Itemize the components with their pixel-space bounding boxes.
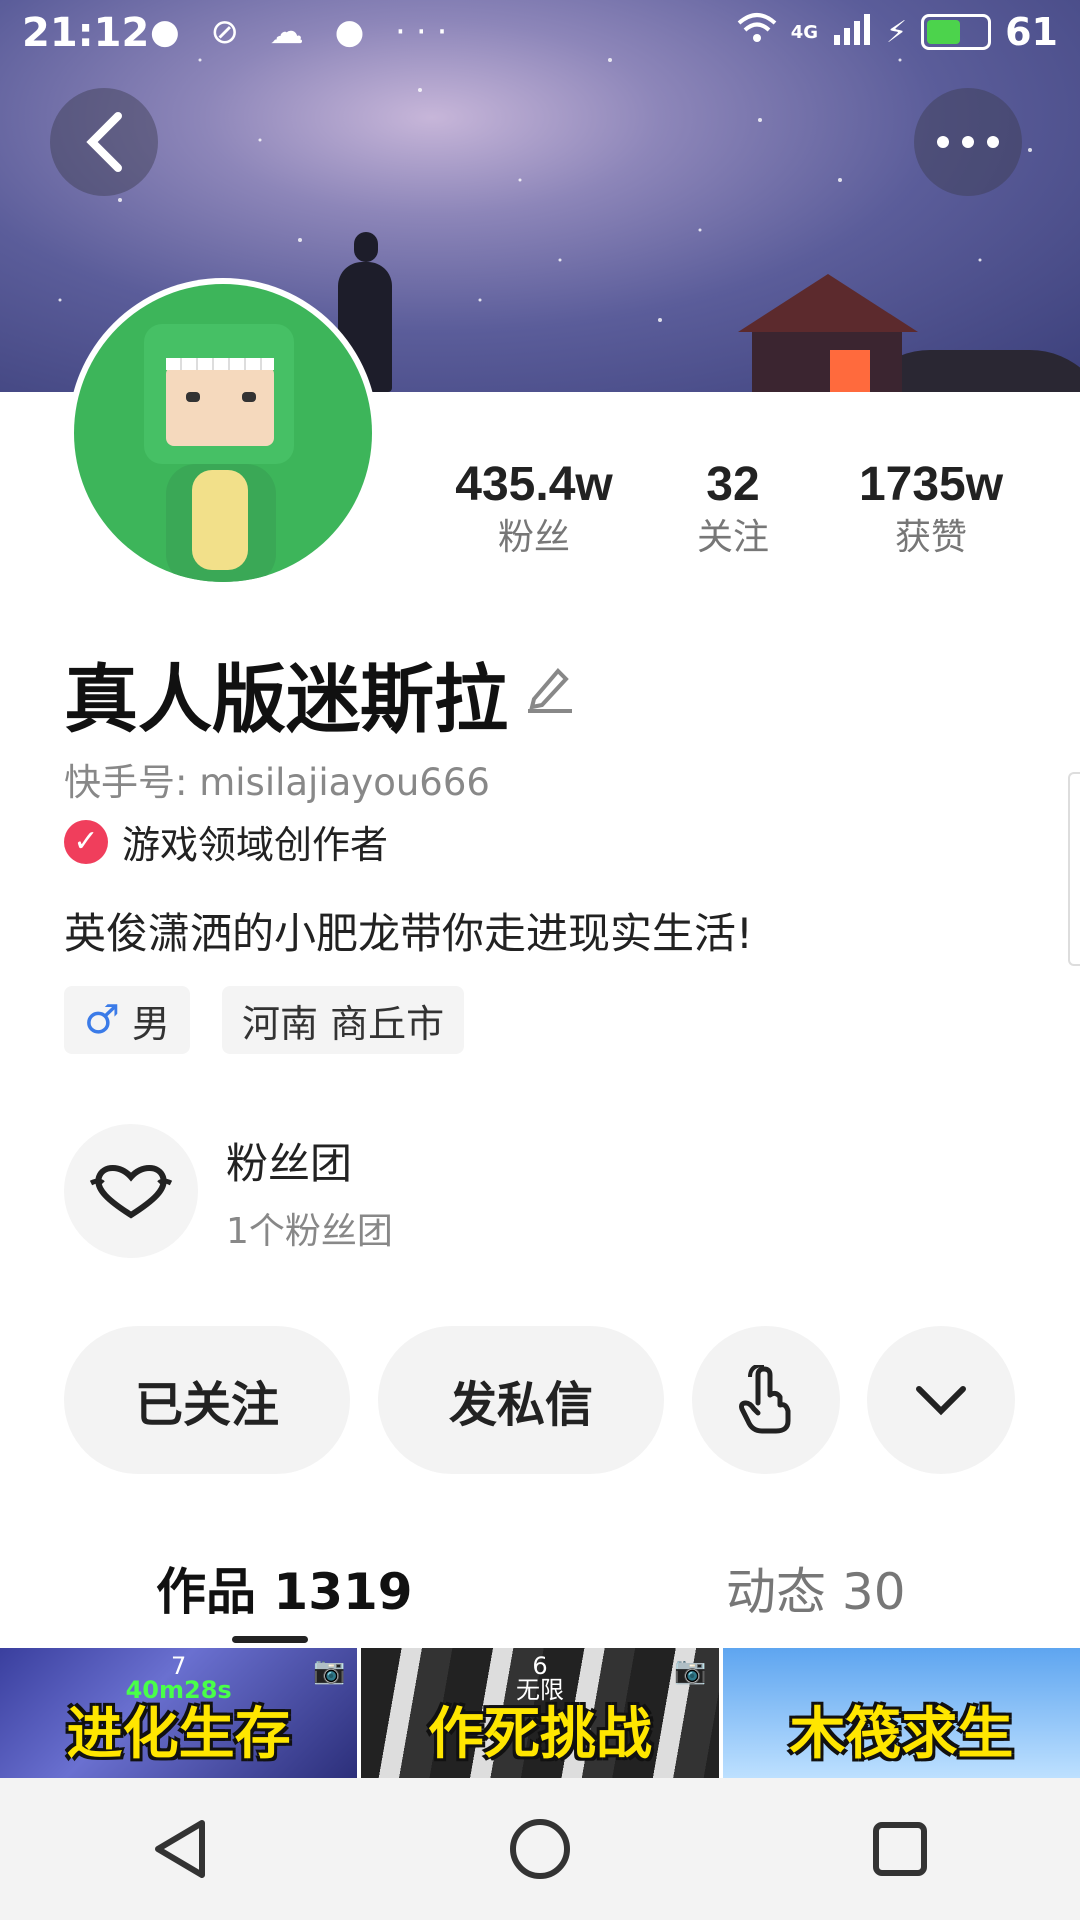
thumbnail-title: 木筏求生 xyxy=(789,1702,1014,1767)
profile-name: 真人版迷斯拉 xyxy=(64,657,508,743)
stat-likes[interactable]: 1735w 获赞 xyxy=(851,456,1011,562)
nav-recents-button[interactable] xyxy=(840,1789,960,1909)
dino-belly xyxy=(192,470,248,570)
location-label: 河南 商丘市 xyxy=(242,1001,445,1046)
thumbnail-badge: 7 40m28s xyxy=(126,1654,232,1702)
dino-face xyxy=(166,366,274,446)
system-navigation-bar xyxy=(0,1778,1080,1920)
stat-value: 1735w xyxy=(858,458,1004,511)
side-scroll-handle[interactable] xyxy=(1068,772,1080,966)
more-horizontal-icon xyxy=(937,136,999,148)
signal-icon xyxy=(832,10,872,54)
profile-avatar[interactable] xyxy=(68,278,378,588)
network-type: 4G xyxy=(790,21,819,43)
badge-number: 7 xyxy=(171,1652,187,1680)
circle-home-icon xyxy=(510,1819,570,1879)
battery-percent: 61 xyxy=(1005,10,1058,54)
avatar-image xyxy=(74,284,372,582)
stat-followers[interactable]: 435.4w 粉丝 xyxy=(454,456,614,562)
stat-following[interactable]: 32 关注 xyxy=(653,456,813,562)
heart-icon xyxy=(89,1165,173,1219)
house-window xyxy=(830,350,870,392)
thumbnail-badge: 6 无限 xyxy=(516,1654,564,1702)
stat-value: 32 xyxy=(706,458,760,511)
work-thumbnail[interactable]: 7 40m28s 📷 进化生存 xyxy=(0,1648,358,1778)
stat-label: 获赞 xyxy=(894,517,967,558)
location-tag: 河南 商丘市 xyxy=(222,986,465,1054)
nav-back-button[interactable] xyxy=(120,1789,240,1909)
square-recents-icon xyxy=(873,1822,927,1876)
dino-teeth xyxy=(166,358,274,370)
followed-button[interactable]: 已关注 xyxy=(64,1326,350,1474)
status-right-group: 4G ⚡ 61 xyxy=(737,10,1058,54)
dino-eye-right xyxy=(242,392,256,402)
house-silhouette xyxy=(738,274,918,392)
tap-hand-icon xyxy=(739,1365,791,1434)
tab-moments[interactable]: 动态 30 xyxy=(726,1552,906,1624)
name-row: 真人版迷斯拉 xyxy=(64,640,576,747)
badge-number: 6 xyxy=(532,1652,548,1680)
creator-badge-text: 游戏领域创作者 xyxy=(122,823,389,867)
male-icon: ♂ xyxy=(84,997,120,1043)
kwai-id[interactable]: 快手号: misilajiayou666 xyxy=(64,752,490,806)
chevron-down-icon xyxy=(916,1386,966,1416)
camera-icon: 📷 xyxy=(312,1656,346,1686)
send-message-button[interactable]: 发私信 xyxy=(378,1326,664,1474)
battery-level xyxy=(927,20,961,44)
battery-icon xyxy=(921,14,992,50)
notification-icons: ● ⊘ ☁ ● ··· xyxy=(150,12,458,52)
expand-button[interactable] xyxy=(867,1326,1015,1474)
badge-subtext: 无限 xyxy=(515,1676,564,1704)
profile-bio: 英俊潇洒的小肥龙带你走进现实生活! xyxy=(64,909,753,958)
stat-label: 粉丝 xyxy=(497,517,570,558)
work-thumbnail[interactable]: 6 无限 📷 作死挑战 xyxy=(361,1648,719,1778)
poke-button[interactable] xyxy=(692,1326,840,1474)
edit-icon[interactable] xyxy=(524,661,576,726)
charging-icon: ⚡ xyxy=(886,14,908,50)
active-tab-indicator xyxy=(232,1636,308,1643)
badge-subtext: 40m28s xyxy=(125,1676,232,1704)
work-thumbnail[interactable]: 木筏求生 xyxy=(722,1648,1080,1778)
more-options-button[interactable] xyxy=(914,88,1022,196)
verified-check-icon: ✓ xyxy=(64,819,108,864)
gender-label: 男 xyxy=(131,1001,170,1046)
gender-tag: ♂ 男 xyxy=(64,986,190,1054)
status-time: 21:12 xyxy=(22,10,150,56)
stat-value: 435.4w xyxy=(455,458,613,511)
creator-badge-row[interactable]: ✓ 游戏领域创作者 xyxy=(64,814,388,869)
nav-home-button[interactable] xyxy=(480,1789,600,1909)
back-button[interactable] xyxy=(50,88,158,196)
status-bar: 21:12 ● ⊘ ☁ ● ··· 4G ⚡ 61 xyxy=(0,0,1080,66)
fan-club-subtitle: 1个粉丝团 xyxy=(226,1211,393,1252)
works-grid: 7 40m28s 📷 进化生存 6 无限 📷 作死挑战 木筏求生 xyxy=(0,1648,1080,1778)
fan-club-button[interactable] xyxy=(64,1124,198,1258)
stat-label: 关注 xyxy=(696,517,769,558)
triangle-back-icon xyxy=(155,1820,205,1878)
fan-club-title[interactable]: 粉丝团 xyxy=(226,1130,352,1191)
tab-works[interactable]: 作品 1319 xyxy=(156,1552,413,1624)
camera-icon: 📷 xyxy=(674,1656,707,1686)
chevron-left-icon xyxy=(86,112,122,172)
dino-eye-left xyxy=(186,392,200,402)
wifi-icon xyxy=(737,11,777,54)
